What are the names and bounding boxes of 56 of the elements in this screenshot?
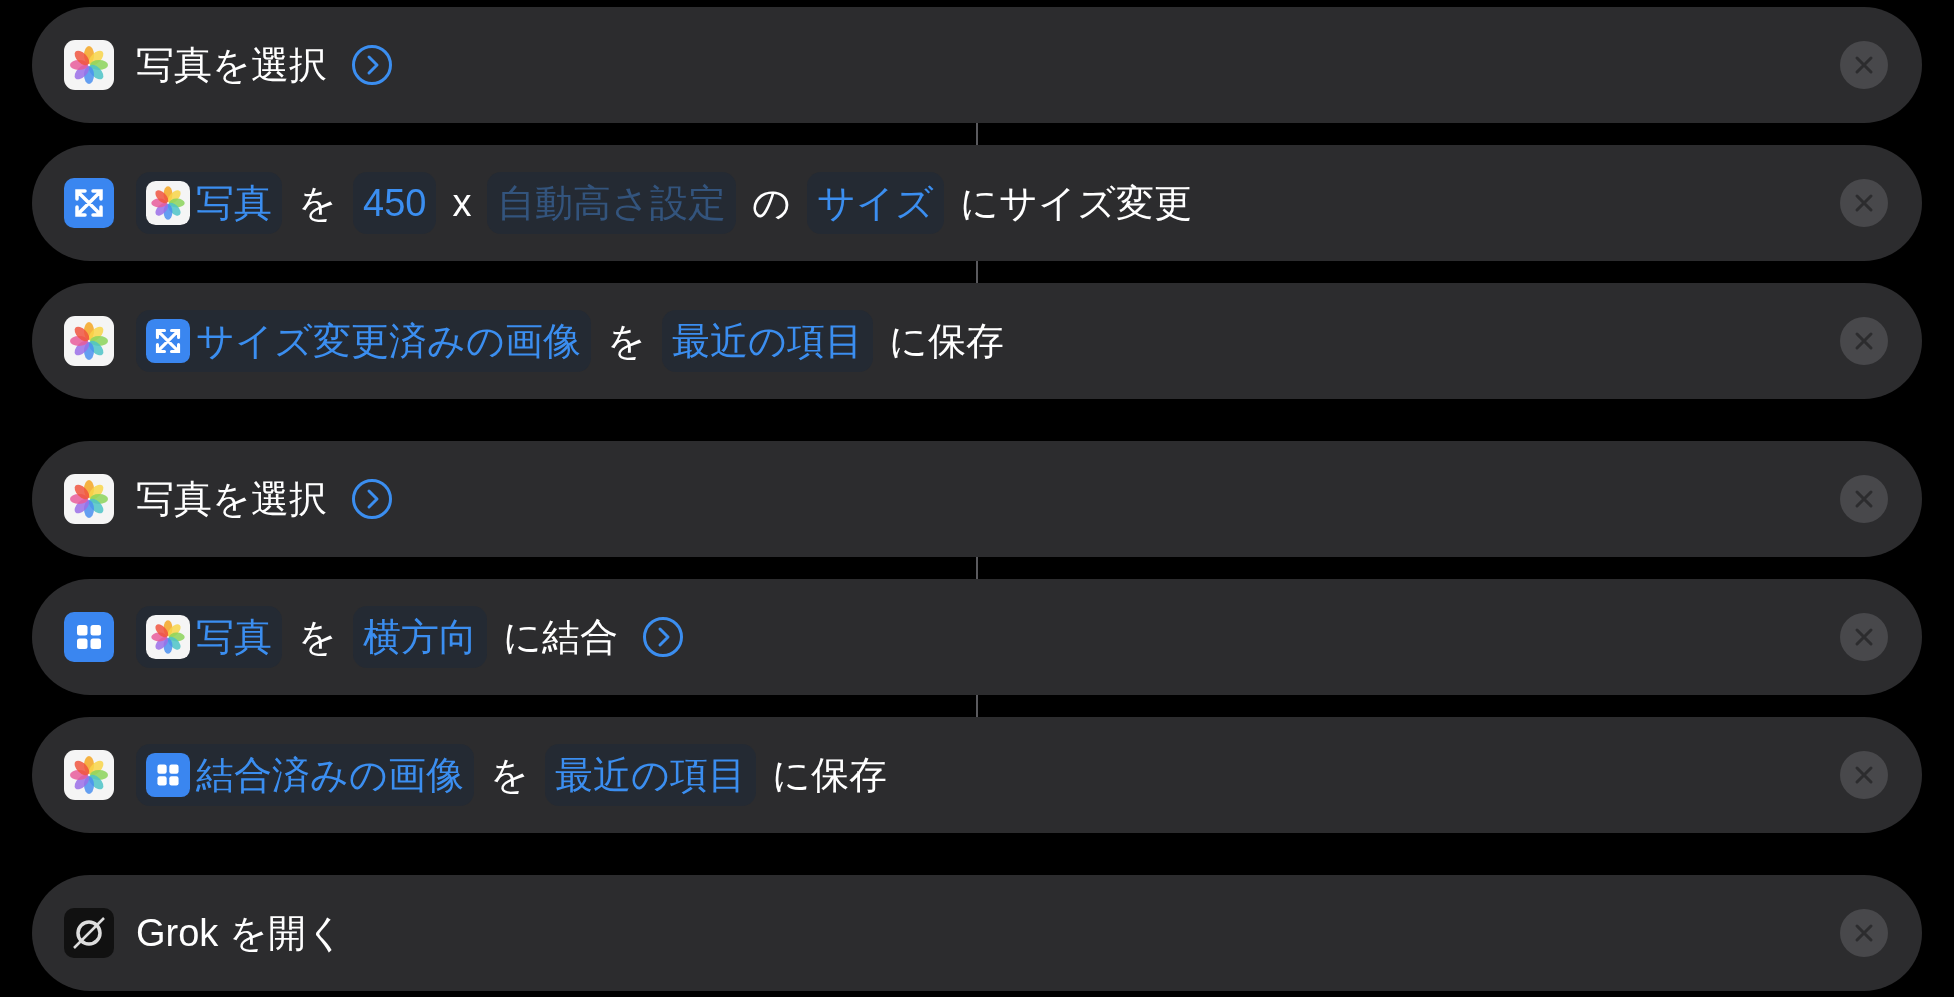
close-icon — [1854, 55, 1874, 75]
remove-button[interactable] — [1840, 613, 1888, 661]
grid-icon — [64, 612, 114, 662]
close-icon — [1854, 331, 1874, 351]
flower-icon — [146, 615, 190, 659]
variable-token[interactable]: 横方向 — [353, 606, 487, 668]
flower-icon — [64, 40, 114, 90]
action-text: に保存 — [772, 756, 887, 794]
action-card[interactable]: 写真 を 450 x 自動高さ設定 の サイズ にサイズ変更 — [32, 145, 1922, 261]
variable-token[interactable]: 結合済みの画像 — [136, 744, 474, 806]
variable-token[interactable]: サイズ変更済みの画像 — [136, 310, 591, 372]
action-card[interactable]: 写真を選択 — [32, 7, 1922, 123]
flower-icon — [64, 474, 114, 524]
action-text: を — [298, 618, 337, 656]
variable-token[interactable]: 450 — [353, 172, 437, 234]
action-text: に保存 — [889, 322, 1004, 360]
variable-token[interactable]: 写真 — [136, 172, 282, 234]
flower-icon — [64, 316, 114, 366]
remove-button[interactable] — [1840, 317, 1888, 365]
remove-button[interactable] — [1840, 475, 1888, 523]
chevron-circle-icon[interactable] — [351, 44, 393, 86]
action-text: 写真を選択 — [136, 46, 327, 84]
close-icon — [1854, 765, 1874, 785]
action-text: に結合 — [503, 618, 618, 656]
action-card[interactable]: 写真 を 横方向 に結合 — [32, 579, 1922, 695]
variable-token[interactable]: 最近の項目 — [545, 744, 756, 806]
flower-icon — [146, 181, 190, 225]
remove-button[interactable] — [1840, 41, 1888, 89]
expand-arrows-icon — [64, 178, 114, 228]
action-text: 写真を選択 — [136, 480, 327, 518]
variable-token[interactable]: 写真 — [136, 606, 282, 668]
remove-button[interactable] — [1840, 179, 1888, 227]
flower-icon — [64, 750, 114, 800]
expand-arrows-icon — [146, 319, 190, 363]
action-text: を — [490, 756, 529, 794]
close-icon — [1854, 923, 1874, 943]
chevron-circle-icon[interactable] — [351, 478, 393, 520]
action-card[interactable]: Grok を開く — [32, 875, 1922, 991]
variable-token[interactable]: サイズ — [807, 172, 945, 234]
action-text: の — [752, 184, 792, 222]
remove-button[interactable] — [1840, 751, 1888, 799]
action-text: を — [607, 322, 646, 360]
action-text: x — [452, 184, 472, 222]
action-card[interactable]: サイズ変更済みの画像 を 最近の項目 に保存 — [32, 283, 1922, 399]
chevron-circle-icon[interactable] — [642, 616, 684, 658]
action-card[interactable]: 写真を選択 — [32, 441, 1922, 557]
remove-button[interactable] — [1840, 909, 1888, 957]
close-icon — [1854, 627, 1874, 647]
action-text: にサイズ変更 — [960, 184, 1193, 222]
action-card[interactable]: 結合済みの画像 を 最近の項目 に保存 — [32, 717, 1922, 833]
variable-token[interactable]: 最近の項目 — [662, 310, 873, 372]
action-text: Grok を開く — [136, 914, 345, 952]
action-text: を — [298, 184, 337, 222]
grid-icon — [146, 753, 190, 797]
close-icon — [1854, 193, 1874, 213]
close-icon — [1854, 489, 1874, 509]
